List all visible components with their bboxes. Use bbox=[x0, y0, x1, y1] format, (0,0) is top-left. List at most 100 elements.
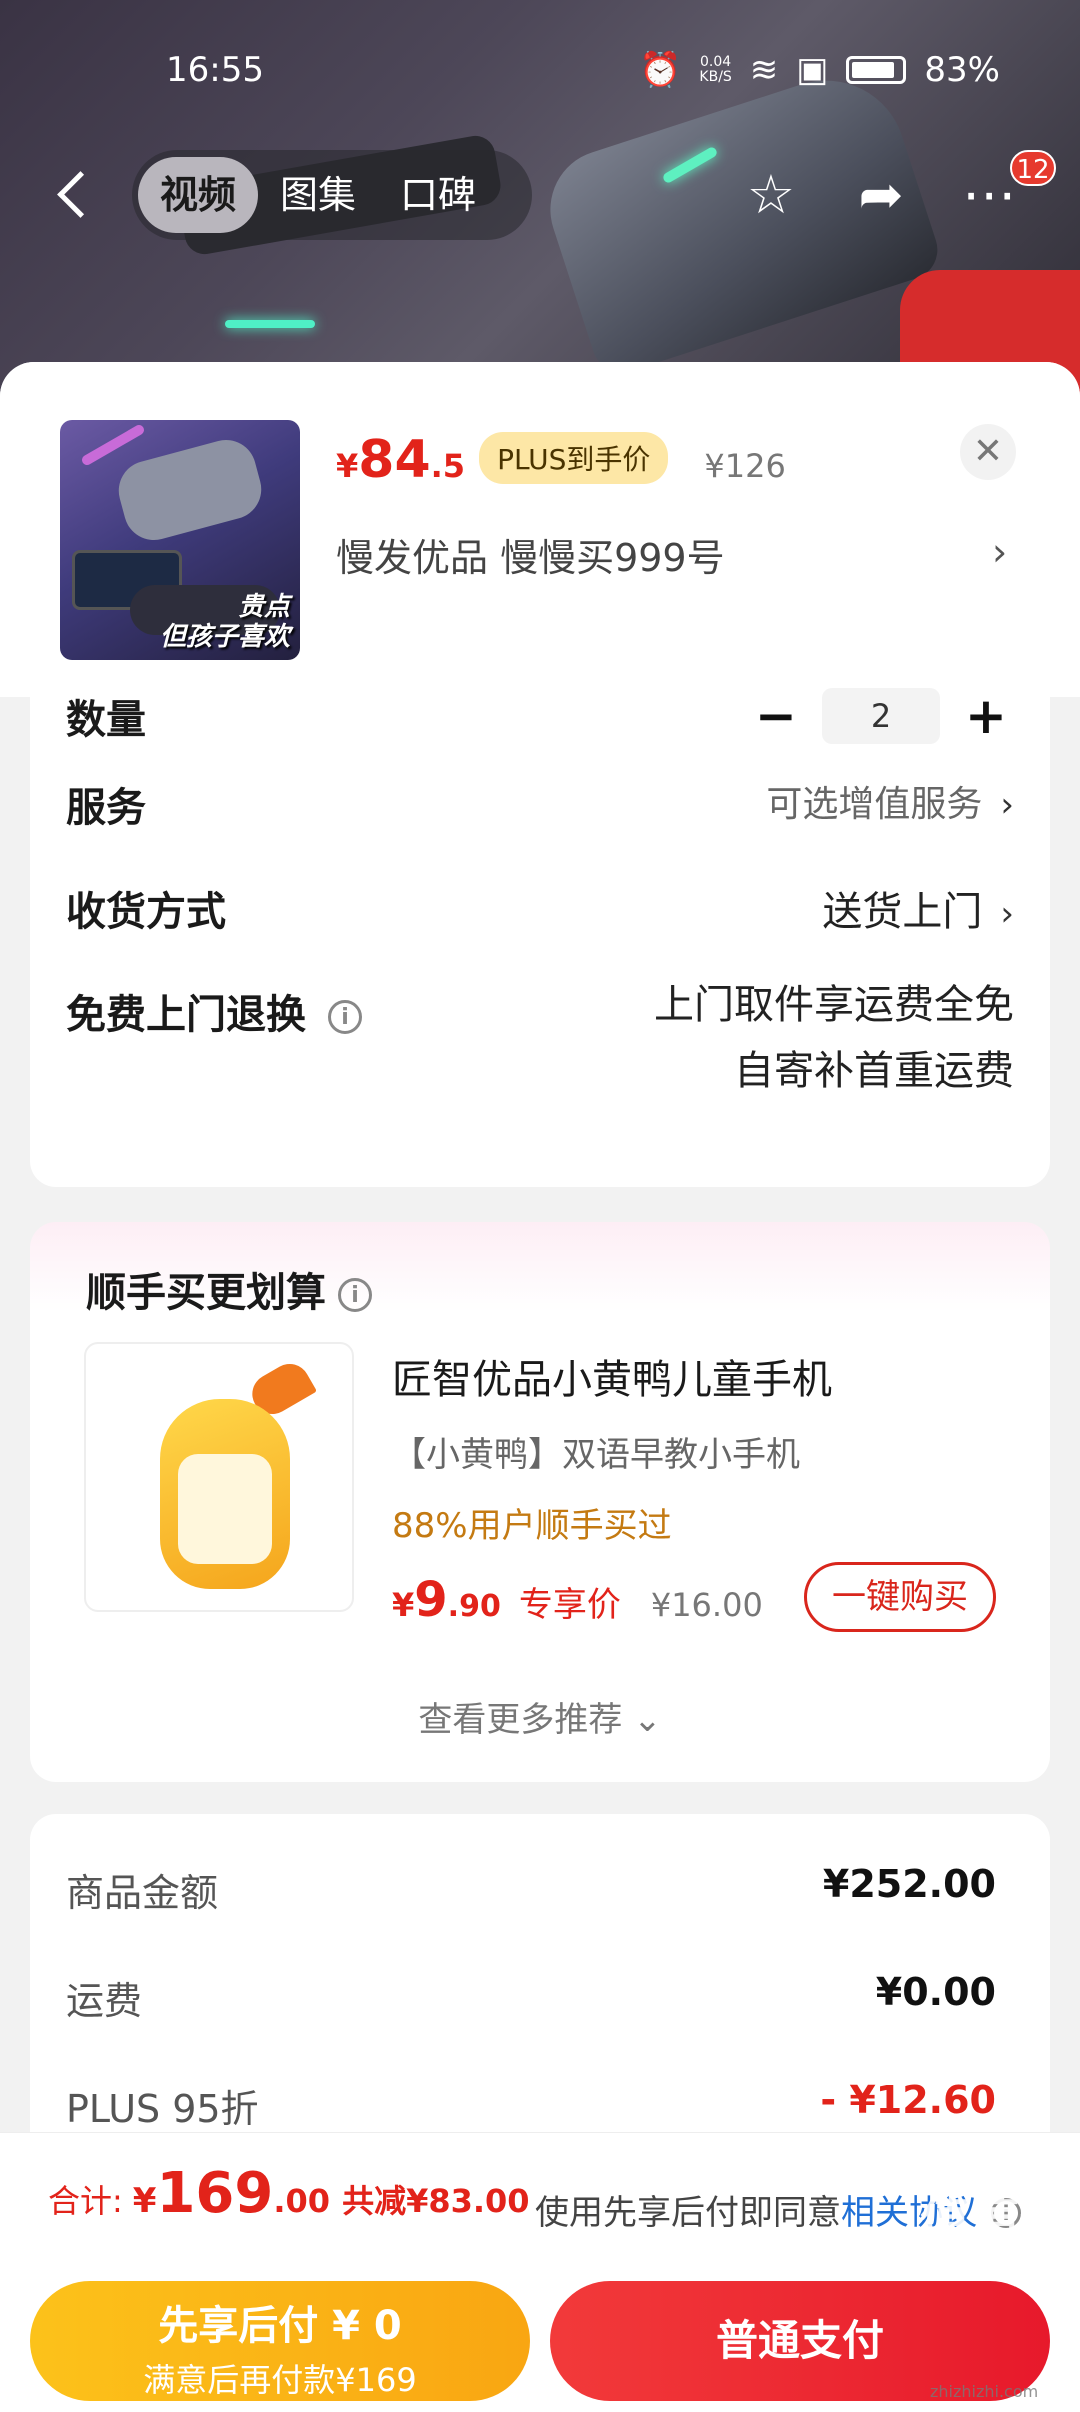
info-icon[interactable]: i bbox=[328, 1000, 362, 1034]
pay-later-sub: 满意后再付款¥169 bbox=[143, 2361, 417, 2399]
service-label: 服务 bbox=[66, 785, 146, 831]
total-currency: ¥ bbox=[132, 2181, 157, 2221]
chevron-right-icon: › bbox=[1000, 894, 1014, 934]
network-speed-value: 0.04 bbox=[700, 54, 732, 70]
summary-row: 运费 ¥0.00 bbox=[66, 1970, 996, 2025]
delivery-label: 收货方式 bbox=[66, 889, 226, 935]
thumb-caption-line2: 但孩子喜欢 bbox=[159, 622, 290, 652]
sheet-header: 贵点 但孩子喜欢 ¥84.5 PLUS到手价 ¥126 ✕ 慢发优品 慢慢买99… bbox=[0, 362, 1080, 697]
price-integer: 84 bbox=[358, 430, 431, 490]
service-value: 可选增值服务 › bbox=[766, 775, 1014, 827]
total-saved: 共减¥83.00 bbox=[342, 2182, 530, 2220]
close-icon[interactable]: ✕ bbox=[960, 424, 1016, 480]
tab-gallery[interactable]: 图集 bbox=[258, 157, 378, 233]
return-policy: 上门取件享运费全免 自寄补首重运费 bbox=[654, 972, 1014, 1104]
recommend-product-name[interactable]: 匠智优品小黄鸭儿童手机 bbox=[392, 1347, 832, 1405]
rec-original-price: ¥16.00 bbox=[650, 1586, 763, 1624]
recommend-price: ¥9.90 专享价 ¥16.00 bbox=[392, 1572, 763, 1628]
plus-price-tag: PLUS到手价 bbox=[479, 432, 669, 484]
quantity-value[interactable]: 2 bbox=[822, 688, 940, 744]
delivery-row[interactable]: 收货方式 送货上门 › bbox=[66, 879, 1014, 937]
options-card: 数量 − 2 + 服务 可选增值服务 › 收货方式 送货上门 › 免费上门退换 i 上… bbox=[30, 687, 1050, 1187]
rec-price-integer: 9 bbox=[414, 1572, 448, 1628]
media-tabs: 视频 图集 口碑 bbox=[132, 150, 532, 240]
recommend-title: 顺手买更划算 i bbox=[86, 1260, 372, 1318]
recommend-product-subtitle: 【小黄鸭】双语早教小手机 bbox=[392, 1435, 800, 1475]
total-integer: 169 bbox=[156, 2161, 274, 2226]
alarm-icon: ⏰ bbox=[639, 50, 682, 90]
selected-variant[interactable]: 慢发优品 慢慢买999号 bbox=[336, 527, 725, 582]
chevron-down-icon: ⌄ bbox=[633, 1700, 662, 1740]
total-label: 合计: bbox=[48, 2182, 123, 2220]
pay-later-button[interactable]: 先享后付 ¥ 0 满意后再付款¥169 bbox=[30, 2281, 530, 2401]
watermark-url: zhizhizhi.com bbox=[930, 2382, 1039, 2401]
thumb-drone bbox=[112, 433, 268, 547]
delivery-value-text: 送货上门 bbox=[822, 889, 983, 935]
product-price-row: ¥84.5 PLUS到手价 ¥126 bbox=[336, 430, 786, 492]
tab-video[interactable]: 视频 bbox=[138, 157, 259, 233]
summary-amount: ¥0.00 bbox=[875, 1970, 996, 2014]
purchase-sheet: 贵点 但孩子喜欢 ¥84.5 PLUS到手价 ¥126 ✕ 慢发优品 慢慢买99… bbox=[0, 362, 1080, 2412]
price-decimal: .5 bbox=[430, 447, 466, 485]
info-icon[interactable]: i bbox=[338, 1278, 372, 1312]
summary-amount: - ¥12.60 bbox=[820, 2078, 996, 2122]
star-icon[interactable]: ☆ bbox=[740, 164, 802, 226]
status-bar: 16:55 ⏰ 0.04 KB/S ≋ ▣ 83% bbox=[0, 50, 1080, 90]
rec-price-currency: ¥ bbox=[392, 1586, 415, 1624]
rec-price-tag: 专享价 bbox=[518, 1585, 621, 1625]
checkout-bar: 合计: ¥169.00 共减¥83.00 使用先享后付即同意相关协议 i 先享后付… bbox=[0, 2132, 1080, 2412]
quantity-stepper: − 2 + bbox=[748, 687, 1014, 745]
product-thumbnail[interactable]: 贵点 但孩子喜欢 bbox=[60, 420, 300, 660]
network-speed-unit: KB/S bbox=[699, 69, 732, 85]
plus-icon[interactable]: + bbox=[958, 687, 1014, 745]
sim-icon: ▣ bbox=[796, 50, 829, 90]
status-icons: ⏰ 0.04 KB/S ≋ ▣ 83% bbox=[639, 50, 1000, 90]
drone-led bbox=[225, 320, 315, 328]
return-row: 免费上门退换 i 上门取件享运费全免 自寄补首重运费 bbox=[66, 982, 1014, 1094]
chevron-right-icon[interactable]: › bbox=[992, 530, 1007, 574]
return-label: 免费上门退换 bbox=[66, 992, 306, 1038]
agreement-text: 使用先享后付即同意 bbox=[535, 2193, 841, 2233]
battery-percent: 83% bbox=[924, 50, 1000, 90]
duck-keypad-shape bbox=[178, 1454, 272, 1564]
top-navigation: 视频 图集 口碑 ☆ ➦ ⋯ 12 bbox=[0, 150, 1080, 240]
recommend-product-image[interactable] bbox=[84, 1342, 354, 1612]
summary-row: PLUS 95折 - ¥12.60 bbox=[66, 2078, 996, 2133]
plus-price: ¥84.5 bbox=[336, 430, 465, 490]
rec-price-decimal: .90 bbox=[447, 1589, 501, 1624]
total-decimal: .00 bbox=[273, 2182, 331, 2220]
recommend-title-text: 顺手买更划算 bbox=[86, 1270, 326, 1316]
summary-row: 商品金额 ¥252.00 bbox=[66, 1862, 996, 1917]
thumb-caption: 贵点 但孩子喜欢 bbox=[160, 592, 290, 652]
more-recommendations-text: 查看更多推荐 bbox=[418, 1700, 623, 1740]
minus-icon[interactable]: − bbox=[748, 687, 804, 745]
return-line2: 自寄补首重运费 bbox=[734, 1048, 1014, 1094]
back-icon[interactable] bbox=[50, 168, 94, 218]
price-currency: ¥ bbox=[336, 447, 359, 485]
summary-label: 运费 bbox=[66, 1979, 143, 2023]
message-count-badge: 12 bbox=[1010, 150, 1056, 186]
watermark-logo: 值值值 bbox=[920, 2191, 1070, 2249]
total-amount: 合计: ¥169.00 共减¥83.00 bbox=[48, 2161, 530, 2226]
more-recommendations-link[interactable]: 查看更多推荐 ⌄ bbox=[30, 1692, 1050, 1741]
recommend-buy-stat: 88%用户顺手买过 bbox=[392, 1506, 672, 1546]
one-click-buy-button[interactable]: 一键购买 bbox=[804, 1562, 996, 1632]
service-value-text: 可选增值服务 bbox=[766, 784, 983, 825]
wifi-icon: ≋ bbox=[749, 50, 779, 90]
network-speed: 0.04 KB/S bbox=[699, 55, 731, 85]
share-icon[interactable]: ➦ bbox=[850, 164, 912, 226]
summary-label: PLUS 95折 bbox=[66, 2087, 259, 2131]
summary-amount: ¥252.00 bbox=[822, 1862, 996, 1906]
quantity-row: 数量 − 2 + bbox=[66, 687, 1014, 745]
pay-later-label: 先享后付 ¥ 0 bbox=[158, 2303, 402, 2349]
thumb-caption-line1: 贵点 bbox=[237, 592, 290, 622]
recommend-card: 顺手买更划算 i 匠智优品小黄鸭儿童手机 【小黄鸭】双语早教小手机 88%用户顺手… bbox=[30, 1222, 1050, 1782]
original-price: ¥126 bbox=[704, 447, 786, 485]
tab-reviews[interactable]: 口碑 bbox=[378, 157, 498, 233]
battery-icon bbox=[846, 56, 907, 84]
status-time: 16:55 bbox=[166, 50, 264, 90]
quantity-label: 数量 bbox=[66, 697, 146, 743]
service-row[interactable]: 服务 可选增值服务 › bbox=[66, 775, 1014, 833]
return-line1: 上门取件享运费全免 bbox=[654, 982, 1014, 1028]
summary-label: 商品金额 bbox=[66, 1871, 219, 1915]
